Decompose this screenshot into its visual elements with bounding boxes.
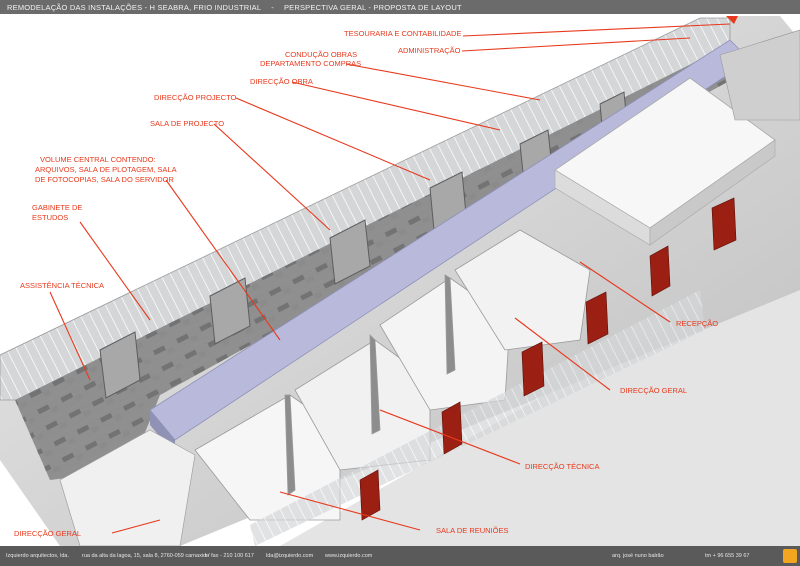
label-direccao-geral-right: DIRECÇÃO GERAL — [620, 386, 687, 395]
label-conducao-obras: CONDUÇÃO OBRAS — [285, 50, 357, 59]
title-view: PERSPECTIVA GERAL - PROPOSTA DE LAYOUT — [283, 2, 462, 12]
footer-email[interactable]: lda@izquierdo.com — [266, 553, 313, 559]
label-gabinete-1: GABINETE DE — [32, 203, 82, 212]
label-sala-projecto: SALA DE PROJECTO — [150, 119, 224, 128]
footer-address: rua da alta da lagoa, 15, sala 8, 2760-0… — [82, 553, 210, 559]
footer-architect: arq. josé nuno balrão — [612, 553, 664, 559]
footer-company: Izquierdo arquitectos, lda. — [6, 553, 69, 559]
label-sala-reunioes: SALA DE REUNIÕES — [436, 526, 509, 535]
label-direccao-geral-left: DIRECÇÃO GERAL — [14, 529, 81, 538]
label-gabinete-2: ESTUDOS — [32, 213, 68, 222]
layout-perspective: TESOURARIA E CONTABILIDADE ADMINISTRAÇÃO… — [0, 16, 800, 546]
title-project: REMODELAÇÃO DAS INSTALAÇÕES - H SEABRA, … — [7, 2, 262, 12]
title-separator: - — [271, 2, 274, 12]
footer-mobile: tm + 96 655 39 67 — [705, 553, 750, 559]
label-volume-central-1: VOLUME CENTRAL CONTENDO: — [40, 155, 156, 164]
label-direccao-obra: DIRECÇÃO OBRA — [250, 77, 313, 86]
label-volume-central-2: ARQUIVOS, SALA DE PLOTAGEM, SALA — [35, 165, 177, 174]
label-assistencia-tecnica: ASSISTÊNCIA TÉCNICA — [20, 281, 104, 290]
label-recepcao: RECEPÇÃO — [676, 319, 718, 328]
label-direccao-projecto: DIRECÇÃO PROJECTO — [154, 93, 237, 102]
footer-phone: t / fax - 210 100 617 — [205, 553, 254, 559]
label-tesouraria: TESOURARIA E CONTABILIDADE — [344, 29, 461, 38]
footer-bar: Izquierdo arquitectos, lda. rua da alta … — [0, 546, 800, 566]
label-direccao-tecnica: DIRECÇÃO TÉCNICA — [525, 462, 599, 471]
title-bar: REMODELAÇÃO DAS INSTALAÇÕES - H SEABRA, … — [0, 0, 800, 14]
company-logo — [783, 549, 797, 563]
footer-web[interactable]: www.izquierdo.com — [325, 553, 372, 559]
label-departamento-compras: DEPARTAMENTO COMPRAS — [260, 59, 361, 68]
label-administracao: ADMINISTRAÇÃO — [398, 46, 461, 55]
label-volume-central-3: DE FOTOCOPIAS, SALA DO SERVIDOR — [35, 175, 175, 184]
